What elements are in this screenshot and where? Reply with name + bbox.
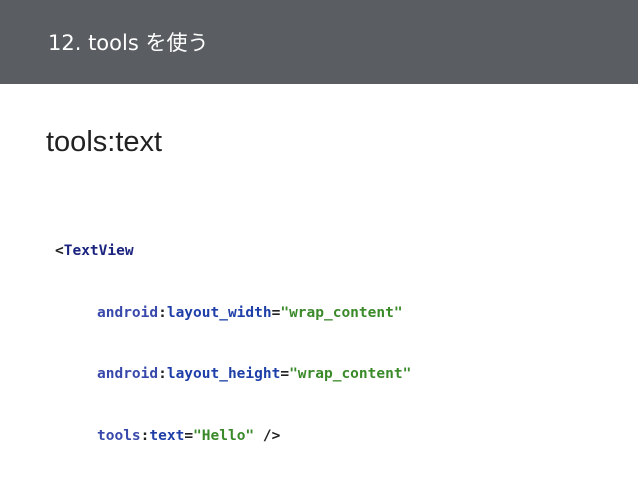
code-snippet: <TextView android:layout_width="wrap_con… (55, 200, 411, 479)
attribute-namespace: android (97, 366, 159, 382)
slide-title: 12. tools を使う (48, 31, 209, 55)
attribute-value: "wrap_content" (289, 366, 412, 382)
section-heading: tools:text (46, 126, 163, 158)
equals-sign: = (280, 366, 290, 382)
attribute-name: text (149, 427, 185, 444)
attribute-namespace: android (97, 304, 159, 321)
namespace-colon: : (158, 304, 167, 321)
tag-name: TextView (63, 243, 134, 259)
code-line-tag-open: <TextView (55, 241, 411, 262)
slide: 12. tools を使う tools:text <TextView andro… (0, 0, 638, 479)
line-suffix: /> (254, 427, 281, 444)
header-bar: 12. tools を使う (0, 0, 638, 84)
attribute-value: "wrap_content" (280, 304, 403, 321)
attribute-name: layout_height (166, 366, 281, 382)
equals-sign: = (184, 427, 194, 444)
namespace-colon: : (158, 366, 167, 382)
open-bracket: < (55, 243, 64, 259)
code-line-attribute: tools:text="Hello" /> (55, 426, 411, 447)
code-line-attribute: android:layout_width="wrap_content" (55, 303, 411, 324)
attribute-name: layout_width (166, 304, 272, 321)
attribute-value: "Hello" (193, 427, 255, 444)
attribute-namespace: tools (97, 427, 141, 444)
code-line-attribute: android:layout_height="wrap_content" (55, 364, 411, 385)
